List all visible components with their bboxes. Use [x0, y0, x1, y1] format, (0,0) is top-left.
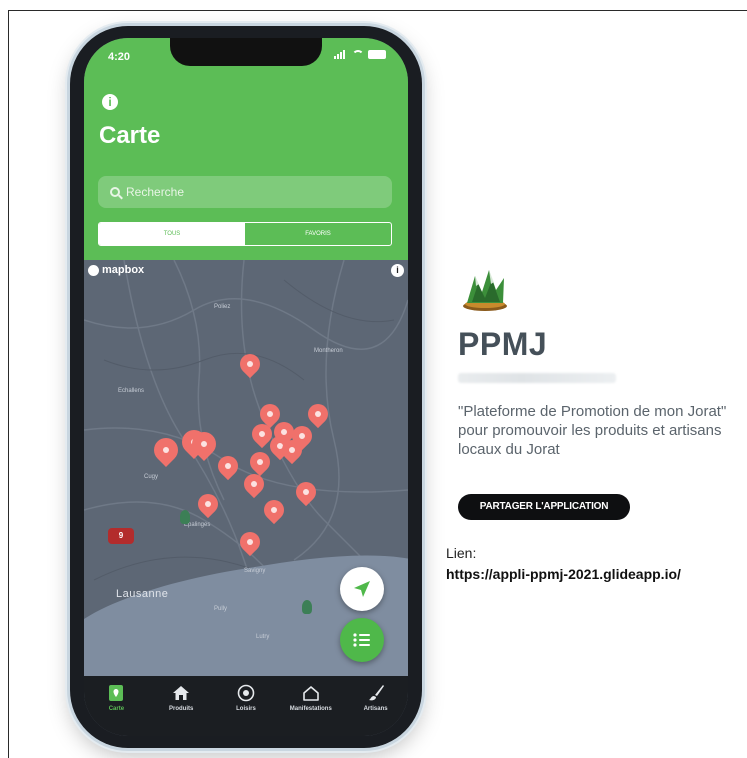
app-name: PPMJ — [458, 326, 548, 362]
city-label-lausanne: Lausanne — [116, 588, 169, 600]
status-icons — [334, 50, 386, 59]
navigation-arrow-icon — [354, 581, 370, 597]
paintbrush-icon — [367, 684, 385, 702]
app-author-blurred — [458, 373, 616, 383]
wifi-icon — [352, 50, 364, 59]
tab-produits[interactable]: Produits — [149, 676, 214, 736]
highway-shield: 9 — [108, 528, 134, 544]
tab-label: Artisans — [363, 706, 388, 712]
page-title: Carte — [99, 122, 161, 149]
list-icon — [353, 633, 370, 647]
app-logo-icon — [463, 270, 507, 311]
tab-label: Produits — [169, 706, 194, 712]
search-input[interactable]: Recherche — [98, 176, 392, 208]
phone-screen: i Carte Recherche Tous Favoris 4:20 — [84, 38, 408, 736]
info-icon[interactable]: i — [102, 94, 118, 110]
place-label: Echallens — [118, 388, 145, 394]
bottom-tab-bar: Carte Produits Loisirs Manifestations Ar… — [84, 676, 408, 736]
frame-border-left — [8, 10, 9, 758]
frame-border-top — [8, 10, 747, 11]
house-outline-icon — [302, 684, 320, 702]
app-link[interactable]: https://appli-ppmj-2021.glideapp.io/ — [446, 566, 681, 582]
mapbox-wordmark: mapbox — [102, 264, 145, 276]
map-view[interactable]: mapbox i Echallens Poliez Montheron Cugy… — [84, 260, 408, 676]
tab-loisirs[interactable]: Loisirs — [214, 676, 279, 736]
app-header: i Carte Recherche Tous Favoris — [84, 38, 408, 260]
place-label: Lutry — [256, 634, 270, 640]
map-attribution-icon[interactable]: i — [391, 264, 404, 277]
list-view-button[interactable] — [340, 618, 384, 662]
map-pin-square-icon — [107, 684, 125, 702]
tab-label: Carte — [108, 706, 125, 712]
place-label: Pully — [214, 606, 228, 612]
phone-mockup: i Carte Recherche Tous Favoris 4:20 — [70, 26, 422, 748]
link-label: Lien: — [446, 545, 477, 561]
search-placeholder: Recherche — [126, 185, 185, 199]
camera-icon — [237, 684, 255, 702]
place-label: Cugy — [144, 474, 159, 480]
place-label: Poliez — [214, 304, 231, 310]
phone-notch — [170, 38, 322, 66]
tab-label: Manifestations — [289, 706, 332, 712]
segment-tous[interactable]: Tous — [99, 223, 245, 245]
share-app-button[interactable]: PARTAGER L'APPLICATION — [458, 494, 630, 520]
battery-icon — [368, 50, 386, 59]
mapbox-mark-icon — [88, 264, 99, 276]
signal-icon — [334, 50, 348, 59]
app-description: "Plateforme de Promotion de mon Jorat" p… — [458, 403, 727, 458]
search-icon — [110, 187, 120, 197]
status-time: 4:20 — [108, 51, 131, 63]
locate-me-button[interactable] — [340, 567, 384, 611]
tab-label: Loisirs — [236, 706, 256, 712]
place-label: Montheron — [314, 348, 343, 354]
tab-manifestations[interactable]: Manifestations — [278, 676, 343, 736]
place-label: Savigny — [244, 568, 266, 574]
tab-artisans[interactable]: Artisans — [343, 676, 408, 736]
segment-favoris[interactable]: Favoris — [245, 223, 391, 245]
tab-carte[interactable]: Carte — [84, 676, 149, 736]
forest-patch — [180, 510, 190, 524]
forest-patch — [302, 600, 312, 614]
home-icon — [172, 684, 190, 702]
filter-segmented-control: Tous Favoris — [98, 222, 392, 246]
mapbox-logo: mapbox — [88, 264, 144, 276]
